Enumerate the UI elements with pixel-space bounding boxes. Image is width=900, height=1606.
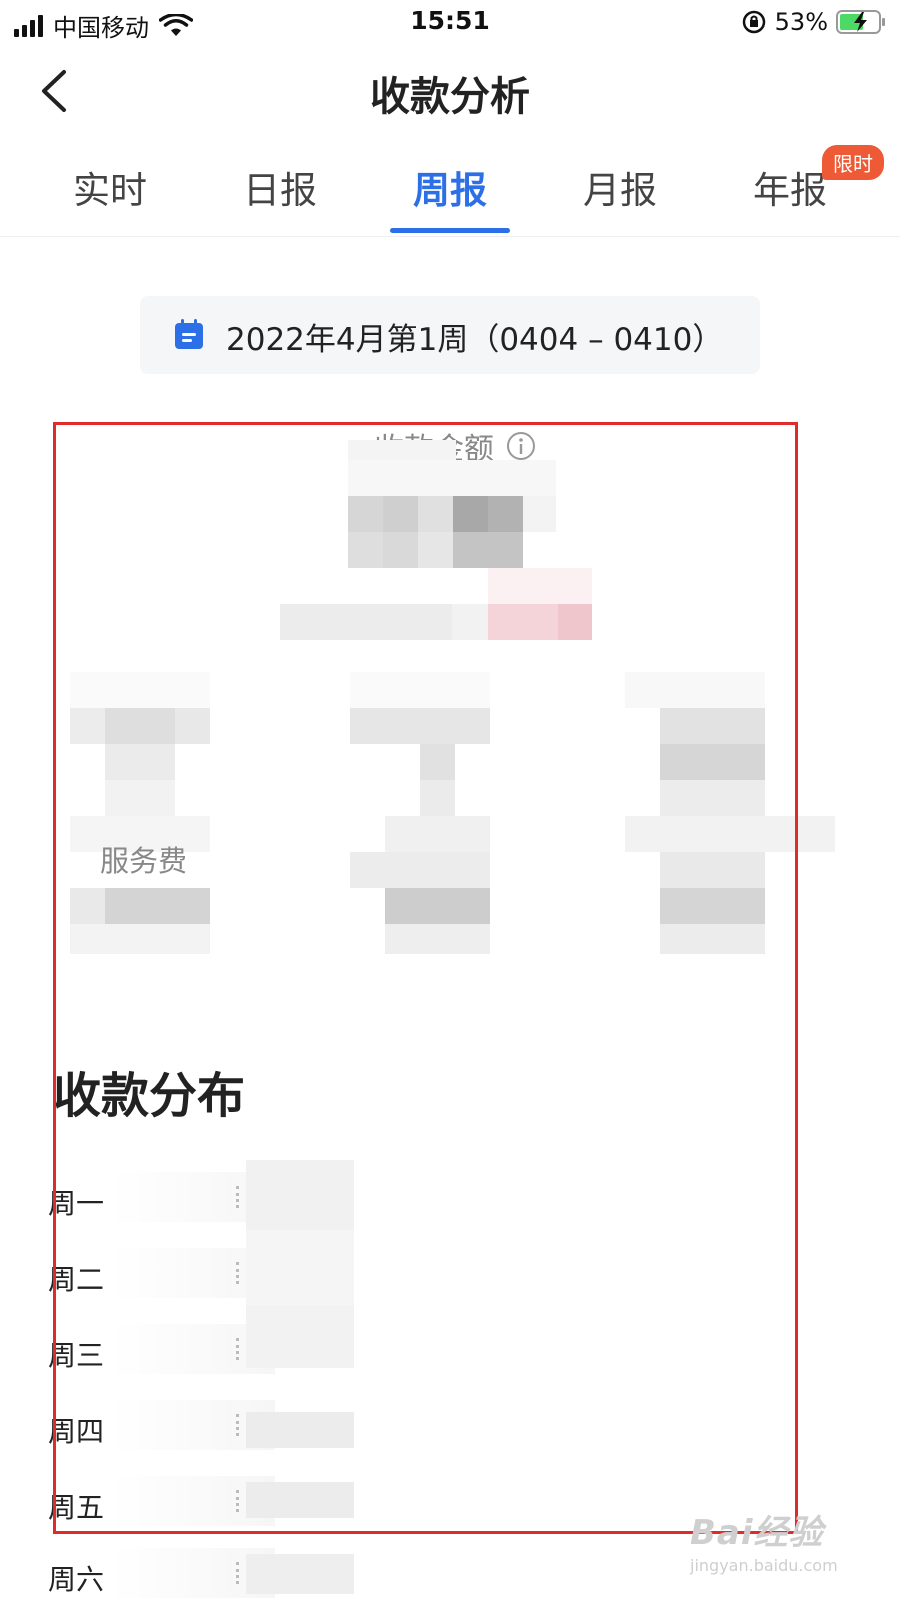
day-label: 周六 (48, 1563, 105, 1596)
active-tab-indicator (390, 228, 510, 233)
page-title: 收款分析 (370, 74, 530, 120)
watermark-url: jingyan.baidu.com (690, 1556, 838, 1575)
status-right: 53% (741, 8, 886, 36)
tab-monthly[interactable]: 月报 (535, 160, 705, 214)
battery-charging-icon (836, 10, 885, 34)
status-bar: 中国移动 15:51 53% (0, 0, 900, 46)
baidu-watermark: Bai经验 jingyan.baidu.com (690, 1505, 860, 1585)
tab-weekly[interactable]: 周报 (365, 160, 535, 214)
week-date-picker[interactable]: 2022年4月第1周（0404 – 0410） (140, 296, 760, 374)
nav-bar: 收款分析 (0, 50, 900, 130)
redacted-bar (246, 1554, 354, 1594)
report-tabs: 实时 日报 周报 月报 年报 限时 (0, 140, 900, 237)
day-row-saturday: 周六 (48, 1546, 388, 1606)
calendar-icon (175, 319, 203, 349)
watermark-logo: Bai经验 (690, 1513, 824, 1553)
limited-time-badge: 限时 (822, 145, 884, 180)
tab-daily[interactable]: 日报 (195, 160, 365, 214)
tab-realtime[interactable]: 实时 (25, 160, 195, 214)
highlight-frame (53, 422, 798, 1534)
date-range-text: 2022年4月第1周（0404 – 0410） (226, 322, 724, 358)
separator (236, 1562, 243, 1584)
rotation-lock-icon (742, 10, 765, 34)
battery-percent: 53% (774, 8, 828, 36)
